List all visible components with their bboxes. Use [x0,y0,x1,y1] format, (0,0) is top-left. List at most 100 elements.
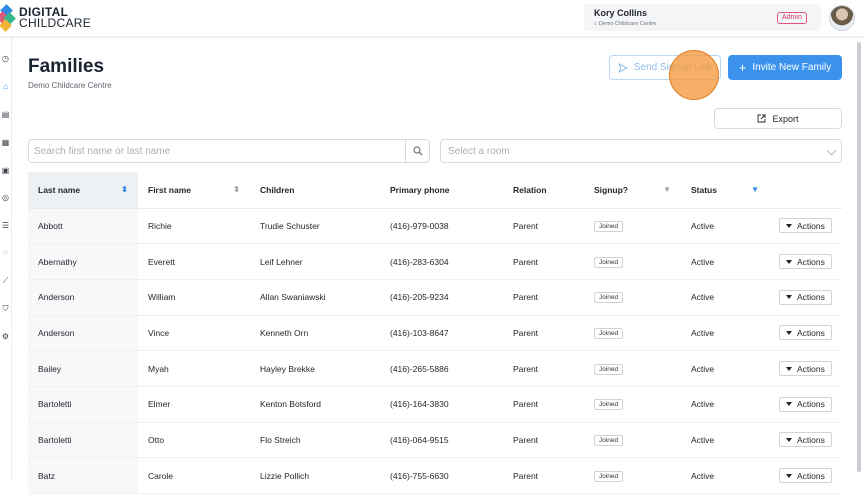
room-select[interactable]: Select a room [440,139,842,163]
scroll-thumb[interactable] [857,42,861,472]
table-row[interactable]: Anderson Vince Kenneth Orn (416)-103-8647 Pa… [28,315,842,352]
cell-actions: Actions [769,386,842,423]
cell-signup: Joined [584,243,681,280]
cell-last-name: Anderson [28,279,138,316]
cell-children: Flo Streich [250,422,380,459]
export-icon [758,114,766,123]
cell-children: Leif Lehner [250,243,380,280]
scrollbar[interactable] [856,36,862,482]
avatar[interactable] [829,5,855,31]
table-row[interactable]: Batz Carole Lizzie Pollich (416)-755-6630 Pa… [28,457,842,494]
actions-label: Actions [797,434,825,445]
filter-icon[interactable]: ▼ [663,185,671,194]
cell-signup: Joined [584,386,681,423]
sort-icon[interactable]: ⬍ [121,185,128,194]
search-button[interactable] [405,140,430,162]
filter-icon[interactable]: ▼ [751,185,759,194]
column-header-children: Children [250,172,380,209]
table-row[interactable]: Abernathy Everett Leif Lehner (416)-283-630… [28,243,842,280]
actions-button[interactable]: Actions [779,396,832,412]
column-header-signup[interactable]: Signup? ▼ [584,172,681,209]
cell-actions: Actions [769,243,842,280]
column-header-actions [769,172,842,209]
export-button[interactable]: Export [714,108,842,129]
cell-signup: Joined [584,208,681,245]
table-row[interactable]: Bailey Myah Hayley Brekke (416)-265-5886 Par… [28,350,842,387]
money-icon[interactable]: ◎ [1,193,10,202]
cell-status: Active [681,315,769,352]
chat-icon[interactable]: ◌ [1,248,10,257]
user-menu[interactable]: Kory Collins ⌂ Demo Childcare Centre Adm… [584,4,821,31]
cell-actions: Actions [769,315,842,352]
actions-button[interactable]: Actions [779,325,832,341]
logo[interactable]: DIGITAL CHILDCARE [0,3,91,33]
search-input[interactable] [29,140,405,162]
brand-line2: CHILDCARE [19,16,92,30]
cell-actions: Actions [769,279,842,316]
actions-button[interactable]: Actions [779,361,832,377]
search-box [28,139,430,163]
calendar-icon[interactable]: ▣ [1,166,10,175]
logo-icon [0,4,16,32]
table-row[interactable]: Bartoletti Elmer Kenton Botsford (416)-164-… [28,386,842,423]
home-icon[interactable]: ⌂ [1,82,10,91]
send-signup-link-button[interactable]: Send Signup Link [609,55,721,80]
actions-label: Actions [797,470,825,481]
signup-badge: Joined [594,256,624,268]
export-label: Export [772,113,799,124]
actions-button[interactable]: Actions [779,254,832,270]
actions-button[interactable]: Actions [779,432,832,448]
list-icon[interactable]: ☰ [1,221,10,230]
signup-badge: Joined [594,363,624,375]
actions-label: Actions [797,399,825,410]
cell-primary-phone: (416)-755-6630 [380,457,503,494]
cell-children: Kenton Botsford [250,386,380,423]
cell-primary-phone: (416)-164-3830 [380,386,503,423]
table-row[interactable]: Bartoletti Otto Flo Streich (416)-064-9515 P… [28,422,842,459]
caret-down-icon [786,330,792,335]
invite-label: Invite New Family [752,62,832,73]
cell-children: Kenneth Orn [250,315,380,352]
dashboard-icon[interactable]: ◷ [1,54,10,63]
search-icon [413,146,423,156]
cell-relation: Parent [503,279,584,316]
cell-status: Active [681,279,769,316]
table-row[interactable]: Abbott Richie Trudie Schuster (416)-979-003… [28,208,842,245]
cell-first-name: William [138,279,250,316]
cell-first-name: Otto [138,422,250,459]
cell-first-name: Carole [138,457,250,494]
sort-icon[interactable]: ⬍ [233,185,240,194]
column-header-last-name[interactable]: Last name ⬍ [28,172,138,209]
cell-primary-phone: (416)-979-0038 [380,208,503,245]
cell-relation: Parent [503,457,584,494]
send-icon [617,62,628,73]
actions-button[interactable]: Actions [779,289,832,305]
actions-button[interactable]: Actions [779,218,832,234]
signup-badge: Joined [594,292,624,304]
cell-last-name: Bartoletti [28,386,138,423]
gear-icon[interactable]: ⚙ [1,332,10,341]
invite-new-family-button[interactable]: + Invite New Family [728,55,842,80]
signup-badge: Joined [594,399,624,411]
cell-primary-phone: (416)-283-6304 [380,243,503,280]
chart-icon[interactable]: ⟋ [1,276,10,285]
page-title: Families [28,56,105,77]
cell-primary-phone: (416)-265-5886 [380,350,503,387]
actions-label: Actions [797,327,825,338]
cell-last-name: Abbott [28,208,138,245]
shield-icon[interactable]: ⛉ [1,304,10,313]
actions-button[interactable]: Actions [779,468,832,484]
document-icon[interactable]: ▦ [1,138,10,147]
role-badge: Admin [777,12,807,24]
table-row[interactable]: Anderson William Allan Swaniawski (416)-205… [28,279,842,316]
caret-down-icon [786,437,792,442]
column-header-status[interactable]: Status ▼ [681,172,769,209]
book-icon[interactable]: ▤ [1,110,10,119]
column-header-first-name[interactable]: First name ⬍ [138,172,250,209]
cell-status: Active [681,208,769,245]
families-table: Last name ⬍ First name ⬍ Children Primary … [28,172,842,494]
caret-down-icon [786,259,792,264]
cell-signup: Joined [584,350,681,387]
cell-relation: Parent [503,208,584,245]
signup-badge: Joined [594,470,624,482]
